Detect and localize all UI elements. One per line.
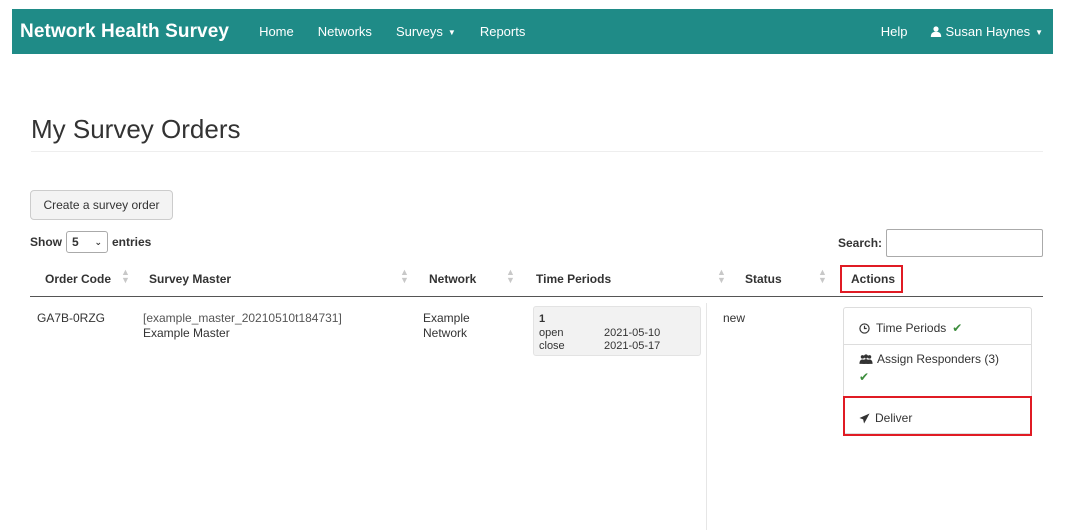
action-divider [844,396,1031,397]
nav-networks[interactable]: Networks [318,24,372,39]
time-period-number: 1 [539,313,546,325]
clock-icon [859,322,870,334]
assign-responders-label: Assign Responders (3) [877,352,1000,366]
network-name-line1: Example [423,311,470,325]
deliver-action[interactable]: Deliver [859,411,1029,425]
nav-home[interactable]: Home [259,24,294,39]
brand-logo[interactable]: Network Health Survey [20,21,229,43]
status-cell: new [723,311,746,325]
nav-surveys-dropdown[interactable]: Surveys ▼ [396,24,456,39]
sort-icon[interactable]: ▲ ▼ [818,268,827,285]
sort-icon[interactable]: ▲ ▼ [400,268,409,285]
deliver-label: Deliver [875,411,913,425]
open-date: 2021-05-10 [604,327,661,339]
column-header-survey-master[interactable]: Survey Master [149,272,231,286]
time-period-card: 1 open 2021-05-10 close 2021-05-17 [533,306,701,356]
caret-down-icon: ▼ [447,28,456,38]
caret-down-icon: ▼ [1035,28,1043,38]
table-header-divider [30,296,1043,297]
entries-label: entries [112,235,152,249]
show-entries-control: Show 5 ⌄ entries [30,231,151,253]
sort-icon[interactable]: ▲ ▼ [121,268,130,285]
search-label: Search: [838,236,883,250]
user-name: Susan Haynes [945,24,1031,39]
assign-responders-action[interactable]: Assign Responders (3) ✔ [859,352,1029,384]
nav-surveys-label: Surveys [395,24,443,39]
close-label: close [539,340,565,352]
navbar-right: Help Susan Haynes ▼ [881,24,1053,39]
user-icon [930,26,941,37]
column-header-order-code[interactable]: Order Code [45,272,111,286]
column-header-network[interactable]: Network [429,272,476,286]
nav-help[interactable]: Help [881,24,908,39]
user-menu-dropdown[interactable]: Susan Haynes ▼ [930,24,1043,39]
show-label: Show [30,235,62,249]
network-name-line2: Network [423,326,468,340]
title-divider [31,151,1043,152]
time-periods-label: Time Periods [876,321,947,335]
entries-value: 5 [72,235,79,249]
nav-reports[interactable]: Reports [480,24,526,39]
top-navbar: Network Health Survey Home Networks Surv… [12,9,1053,54]
users-icon [859,353,873,364]
order-code-cell: GA7B-0RZG [37,311,106,325]
time-periods-action[interactable]: Time Periods ✔ [859,321,1029,335]
search-input[interactable] [886,229,1043,257]
sort-icon[interactable]: ▲ ▼ [506,268,515,285]
action-divider [844,344,1031,345]
survey-master-id: [example_master_20210510t184731] [143,311,342,325]
column-divider [706,303,707,530]
create-survey-order-button[interactable]: Create a survey order [30,190,173,220]
entries-select[interactable]: 5 ⌄ [66,231,108,253]
chevron-down-icon: ⌄ [94,236,102,247]
sort-icon[interactable]: ▲ ▼ [717,268,726,285]
open-label: open [539,327,564,339]
paper-plane-icon [859,412,870,424]
check-icon: ✔ [952,321,963,335]
survey-master-name: Example Master [143,326,230,340]
close-date: 2021-05-17 [604,340,661,352]
actions-panel: Time Periods ✔ Assign Responders (3) ✔ D… [843,307,1032,434]
page-title: My Survey Orders [31,114,241,144]
check-icon: ✔ [859,370,870,384]
column-header-status[interactable]: Status [745,272,782,286]
column-header-time-periods[interactable]: Time Periods [536,272,611,286]
actions-header-highlight [840,265,903,293]
